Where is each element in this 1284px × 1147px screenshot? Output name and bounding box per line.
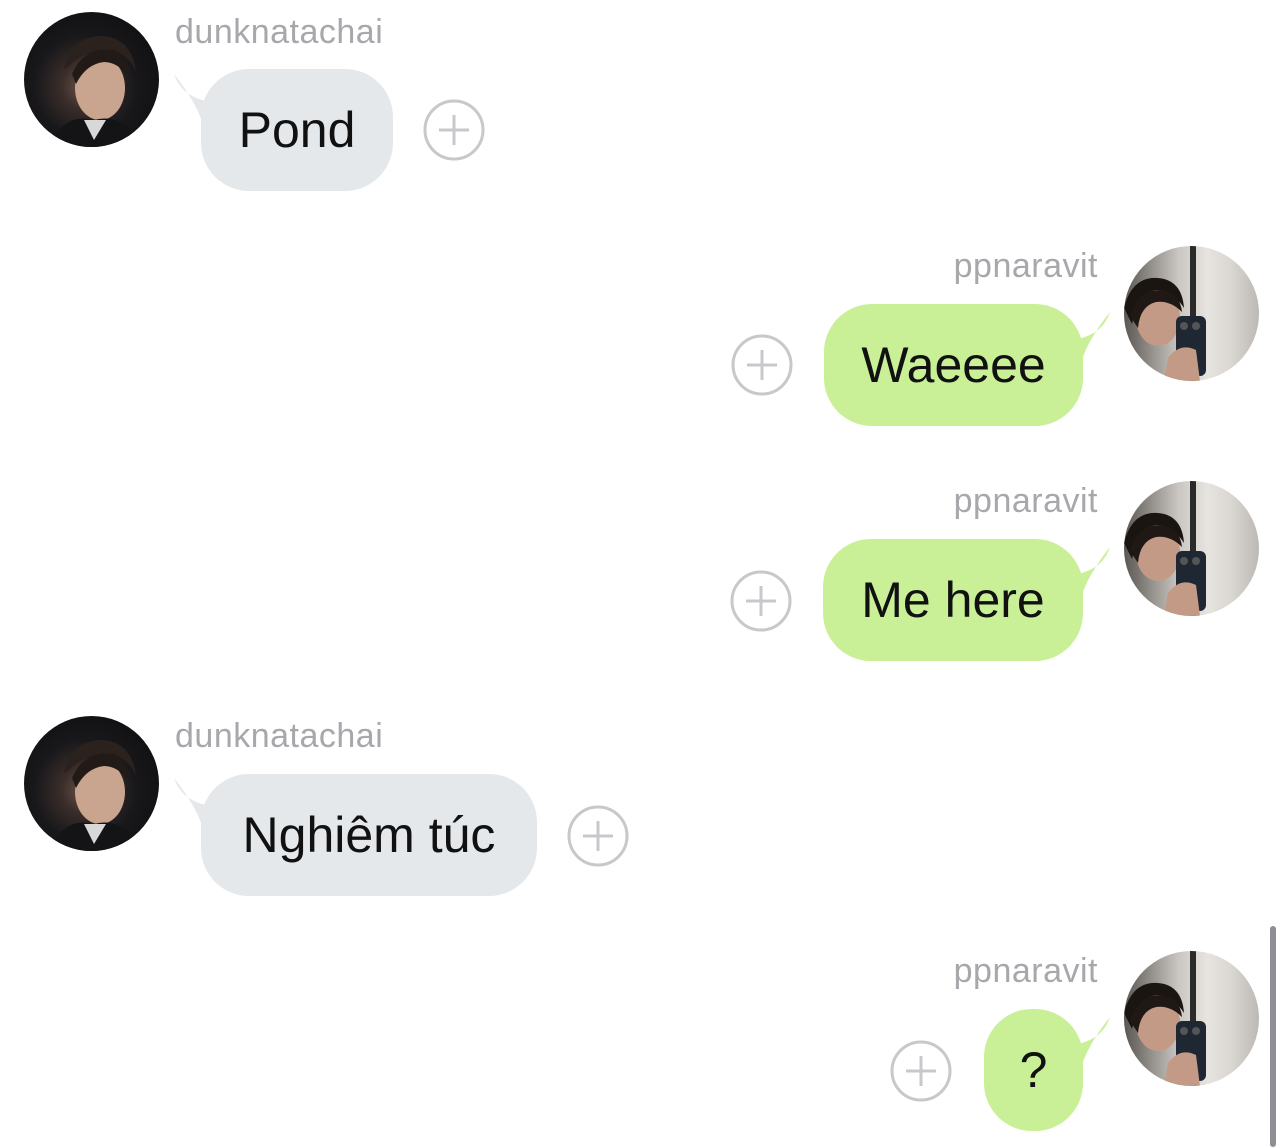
avatar-photo xyxy=(1124,481,1206,616)
chat-thread: dunknatachai Pond ppnaravit Waeeee ppnar… xyxy=(0,0,1284,1147)
message-bubble[interactable]: Nghiêm túc xyxy=(201,774,537,896)
sender-name: dunknatachai xyxy=(175,717,384,755)
avatar[interactable] xyxy=(24,12,159,147)
message-row: dunknatachai Nghiêm túc xyxy=(0,716,1284,896)
scrollbar[interactable] xyxy=(1270,926,1276,1147)
avatar-photo xyxy=(1124,246,1206,381)
plus-circle-icon[interactable] xyxy=(567,805,629,867)
plus-circle-icon[interactable] xyxy=(890,1040,952,1102)
message-bubble[interactable]: Waeeee xyxy=(824,304,1083,426)
plus-circle-icon[interactable] xyxy=(730,570,792,632)
message-row: ppnaravit ? xyxy=(0,951,1284,1147)
message-row: dunknatachai Pond xyxy=(0,12,1284,192)
sender-name: ppnaravit xyxy=(953,482,1098,520)
avatar[interactable] xyxy=(1124,246,1259,381)
plus-circle-icon[interactable] xyxy=(731,334,793,396)
avatar-photo xyxy=(1124,951,1206,1086)
message-bubble[interactable]: Me here xyxy=(823,539,1083,661)
avatar[interactable] xyxy=(24,716,159,851)
plus-circle-icon[interactable] xyxy=(423,99,485,161)
message-bubble[interactable]: ? xyxy=(984,1009,1083,1131)
avatar-photo xyxy=(49,36,144,147)
sender-name: dunknatachai xyxy=(175,13,384,51)
avatar-photo xyxy=(49,740,144,851)
avatar[interactable] xyxy=(1124,481,1259,616)
message-row: ppnaravit Me here xyxy=(0,481,1284,661)
sender-name: ppnaravit xyxy=(953,952,1098,990)
message-row: ppnaravit Waeeee xyxy=(0,246,1284,426)
avatar[interactable] xyxy=(1124,951,1259,1086)
message-bubble[interactable]: Pond xyxy=(201,69,393,191)
sender-name: ppnaravit xyxy=(953,247,1098,285)
